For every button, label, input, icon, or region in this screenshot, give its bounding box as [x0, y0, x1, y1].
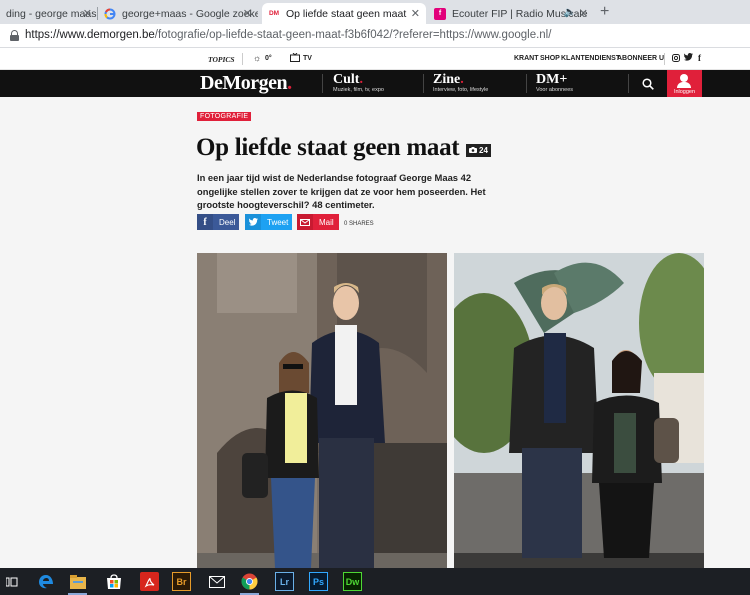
divider: [526, 74, 527, 93]
article-title: Op liefde staat geen maat: [196, 134, 460, 161]
lock-icon[interactable]: [10, 30, 19, 41]
category-badge[interactable]: FOTOGRAFIE: [197, 112, 252, 121]
mail-icon: [297, 214, 313, 230]
weather-temperature[interactable]: 0°: [265, 55, 272, 62]
acrobat-icon[interactable]: [140, 572, 159, 591]
dreamweaver-icon[interactable]: Dw: [343, 572, 362, 591]
url-path: /fotografie/op-liefde-staat-geen-maat-f3…: [154, 29, 552, 41]
nav-cult[interactable]: Cult. Muziek, film, tv, expo: [333, 72, 384, 93]
mail-share-button[interactable]: Mail: [297, 214, 339, 230]
tab-title: george+maas - Google zoeken: [122, 7, 258, 20]
edge-icon[interactable]: [36, 572, 55, 591]
address-bar[interactable]: https://www.demorgen.be/fotografie/op-li…: [0, 24, 750, 48]
twitter-icon[interactable]: [683, 53, 693, 63]
nav-zine[interactable]: Zine. Interview, foto, lifestyle: [433, 72, 488, 93]
photoshop-icon[interactable]: Ps: [309, 572, 328, 591]
close-icon[interactable]: ✕: [83, 7, 92, 20]
nav-dm-plus[interactable]: DM+ Voor abonnees: [536, 72, 573, 93]
tv-icon: [290, 52, 300, 64]
facebook-icon[interactable]: f: [698, 53, 701, 63]
browser-tab-bar: ding - george maas · ✕ george+maas - Goo…: [0, 0, 750, 24]
user-icon: [680, 74, 688, 82]
article-photo-couple-1[interactable]: [197, 253, 447, 568]
bridge-icon[interactable]: Br: [172, 572, 191, 591]
url-host: https://www.demorgen.be: [25, 29, 155, 41]
login-button[interactable]: Inloggen: [667, 70, 702, 97]
krant-link[interactable]: KRANT: [514, 55, 539, 62]
photo-count-badge[interactable]: 24: [466, 144, 491, 157]
mail-icon[interactable]: [207, 572, 226, 591]
store-icon[interactable]: [104, 572, 123, 591]
chrome-icon[interactable]: [240, 572, 259, 595]
article: FOTOGRAFIE Op liefde staat geen maat 24 …: [0, 97, 750, 568]
divider: [628, 74, 629, 93]
nav-dm-plus-sub: Voor abonnees: [536, 87, 574, 93]
tab-george-maas[interactable]: ding - george maas · ✕: [0, 3, 98, 24]
instagram-icon[interactable]: [672, 54, 680, 64]
divider: [322, 74, 323, 93]
fip-favicon-icon: f: [434, 7, 446, 20]
twitter-icon: [245, 214, 261, 230]
main-navigation: DeMorgen. Cult. Muziek, film, tv, expo Z…: [0, 70, 750, 97]
demorgen-logo[interactable]: DeMorgen.: [200, 72, 292, 95]
nav-cult-sub: Muziek, film, tv, expo: [333, 87, 384, 93]
nav-zine-label: Zine: [433, 72, 461, 87]
task-view-icon[interactable]: [2, 572, 21, 591]
tab-de-morgen[interactable]: DM Op liefde staat geen maat ✕: [262, 3, 426, 24]
nav-zine-sub: Interview, foto, lifestyle: [433, 87, 489, 93]
tv-link[interactable]: TV: [303, 55, 312, 62]
file-explorer-icon[interactable]: [68, 572, 87, 595]
facebook-share-button[interactable]: f Deel: [197, 214, 239, 230]
topics-link[interactable]: TOPICS: [208, 55, 235, 64]
divider: [242, 53, 243, 65]
close-icon[interactable]: ✕: [243, 7, 252, 20]
photo-count: 24: [479, 146, 488, 155]
demorgen-favicon-icon: DM: [268, 10, 280, 17]
shop-link[interactable]: SHOP: [540, 55, 560, 62]
new-tab-button[interactable]: +: [600, 3, 609, 21]
search-icon[interactable]: [642, 77, 654, 90]
tab-google-search[interactable]: george+maas - Google zoeken ✕: [98, 3, 258, 24]
camera-icon: [469, 146, 477, 155]
abonneer-link[interactable]: ABONNEER U: [617, 55, 664, 62]
url-text[interactable]: https://www.demorgen.be/fotografie/op-li…: [25, 29, 551, 41]
taskbar: Br Lr Ps Dw: [0, 568, 750, 595]
divider: [664, 53, 665, 65]
close-icon[interactable]: ✕: [579, 7, 588, 20]
tab-title: Op liefde staat geen maat: [286, 7, 407, 20]
speaker-icon[interactable]: 🔈: [564, 7, 576, 18]
divider: [423, 74, 424, 93]
weather-sun-icon: ☼: [253, 53, 262, 63]
google-icon: [104, 8, 116, 20]
login-label: Inloggen: [673, 89, 696, 95]
tab-fip-radio[interactable]: f Ecouter FIP | Radio Musicale 🔈 ✕: [428, 3, 594, 24]
nav-cult-label: Cult: [333, 72, 360, 87]
article-lead: In een jaar tijd wist de Nederlandse fot…: [197, 172, 486, 210]
shares-count: 0 SHARES: [344, 221, 374, 227]
nav-dm-plus-label: DM+: [536, 72, 568, 87]
close-icon[interactable]: ✕: [411, 7, 420, 20]
site-top-strip: TOPICS ☼ 0° TV KRANT SHOP KLANTENDIENST …: [0, 48, 750, 70]
article-photo-couple-2[interactable]: [454, 253, 704, 568]
facebook-icon: f: [197, 214, 213, 230]
twitter-share-button[interactable]: Tweet: [245, 214, 292, 230]
lightroom-icon[interactable]: Lr: [275, 572, 294, 591]
klantendienst-link[interactable]: KLANTENDIENST: [561, 55, 620, 62]
